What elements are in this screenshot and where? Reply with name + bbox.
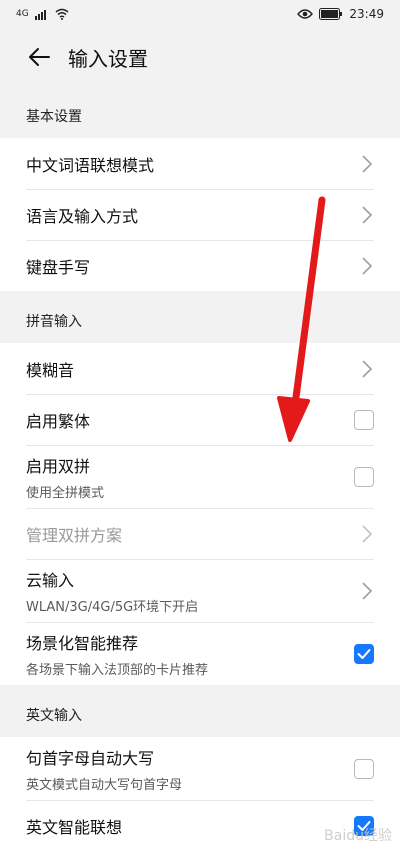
row-traditional-chinese[interactable]: 启用繁体 bbox=[0, 394, 400, 445]
row-label: 管理双拼方案 bbox=[26, 525, 123, 545]
row-label: 场景化智能推荐 bbox=[26, 633, 139, 653]
row-subtitle: 各场景下输入法顶部的卡片推荐 bbox=[26, 662, 209, 678]
chevron-right-icon bbox=[360, 153, 374, 175]
signal-icon bbox=[34, 10, 46, 20]
row-label: 键盘手写 bbox=[26, 257, 91, 277]
signal-type-label: 4G bbox=[16, 9, 29, 19]
row-text: 场景化智能推荐 各场景下输入法顶部的卡片推荐 bbox=[26, 630, 208, 678]
row-manage-double-pinyin[interactable]: 管理双拼方案 bbox=[0, 508, 400, 559]
back-button[interactable] bbox=[24, 42, 54, 72]
row-text: 启用双拼 使用全拼模式 bbox=[26, 453, 104, 501]
row-subtitle: WLAN/3G/4G/5G环境下开启 bbox=[26, 599, 199, 615]
row-double-pinyin[interactable]: 启用双拼 使用全拼模式 bbox=[0, 445, 400, 508]
row-label: 英文智能联想 bbox=[26, 817, 123, 837]
row-smart-recommendation[interactable]: 场景化智能推荐 各场景下输入法顶部的卡片推荐 bbox=[0, 622, 400, 685]
row-label: 云输入 bbox=[26, 570, 75, 590]
chevron-right-icon bbox=[360, 523, 374, 545]
section-pinyin: 模糊音 启用繁体 启用双拼 使用全拼模式 管理双拼方案 云输入 WLAN/3G/… bbox=[0, 343, 400, 685]
row-language-input[interactable]: 语言及输入方式 bbox=[0, 189, 400, 240]
watermark: Baidu经验 bbox=[324, 828, 392, 844]
status-bar: 4G 23:49 bbox=[0, 0, 400, 28]
row-label: 句首字母自动大写 bbox=[26, 748, 155, 768]
chevron-right-icon bbox=[360, 255, 374, 277]
checkmark-icon bbox=[357, 648, 371, 659]
double-pinyin-checkbox[interactable] bbox=[354, 466, 374, 487]
row-fuzzy-pinyin[interactable]: 模糊音 bbox=[0, 343, 400, 394]
chevron-right-icon bbox=[360, 358, 374, 380]
battery-icon bbox=[319, 8, 343, 20]
row-label: 启用繁体 bbox=[26, 411, 91, 431]
eye-icon bbox=[297, 9, 314, 19]
chevron-right-icon bbox=[360, 580, 374, 602]
page-title: 输入设置 bbox=[68, 46, 148, 71]
row-keyboard-handwriting[interactable]: 键盘手写 bbox=[0, 240, 400, 291]
section-header-pinyin: 拼音输入 bbox=[26, 314, 82, 330]
back-arrow-icon bbox=[29, 48, 50, 66]
traditional-checkbox[interactable] bbox=[354, 409, 374, 430]
row-auto-capitalize[interactable]: 句首字母自动大写 英文模式自动大写句首字母 bbox=[0, 737, 400, 800]
status-left: 4G bbox=[16, 8, 69, 20]
row-label: 启用双拼 bbox=[26, 456, 91, 476]
section-header-english: 英文输入 bbox=[26, 708, 82, 724]
row-subtitle: 使用全拼模式 bbox=[26, 485, 105, 501]
clock: 23:49 bbox=[349, 7, 384, 21]
row-text: 云输入 WLAN/3G/4G/5G环境下开启 bbox=[26, 567, 198, 615]
row-label: 中文词语联想模式 bbox=[26, 155, 155, 175]
section-header-basic: 基本设置 bbox=[26, 109, 82, 125]
settings-list: 基本设置 中文词语联想模式 语言及输入方式 键盘手写 拼音输入 模糊音 启用繁体… bbox=[0, 86, 400, 851]
wifi-icon bbox=[55, 8, 69, 20]
app-bar: 输入设置 bbox=[0, 28, 400, 86]
auto-capitalize-checkbox[interactable] bbox=[354, 758, 374, 779]
row-subtitle: 英文模式自动大写句首字母 bbox=[26, 777, 183, 793]
row-label: 语言及输入方式 bbox=[26, 206, 139, 226]
smart-recommendation-checkbox[interactable] bbox=[354, 643, 374, 664]
row-cloud-input[interactable]: 云输入 WLAN/3G/4G/5G环境下开启 bbox=[0, 559, 400, 622]
row-chinese-association[interactable]: 中文词语联想模式 bbox=[0, 138, 400, 189]
chevron-right-icon bbox=[360, 204, 374, 226]
row-label: 模糊音 bbox=[26, 360, 75, 380]
section-basic: 中文词语联想模式 语言及输入方式 键盘手写 bbox=[0, 138, 400, 291]
row-text: 句首字母自动大写 英文模式自动大写句首字母 bbox=[26, 745, 182, 793]
status-right: 23:49 bbox=[297, 7, 384, 21]
